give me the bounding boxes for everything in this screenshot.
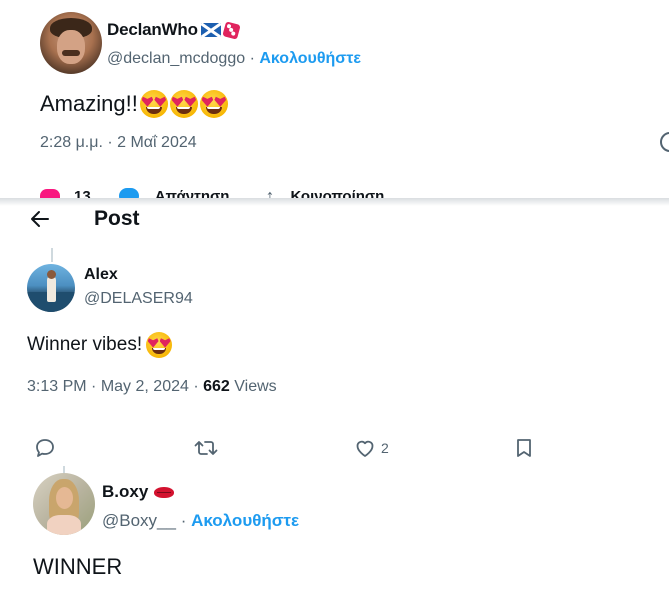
info-icon[interactable] [660, 132, 669, 152]
avatar-head [47, 270, 56, 279]
heart-eyes-emoji [199, 90, 228, 118]
separator: · [193, 378, 199, 395]
lips-emoji [154, 486, 175, 498]
reply-icon[interactable] [118, 188, 139, 198]
share-label[interactable]: Κοινοποίηση [290, 188, 384, 199]
avatar[interactable] [40, 12, 102, 74]
scotland-flag-icon [200, 23, 221, 37]
views-label[interactable]: Views [234, 378, 276, 395]
separator: · [180, 511, 187, 530]
reply-text: WINNER [33, 554, 123, 579]
heart-eyes-emoji [146, 332, 173, 358]
avatar-body [47, 515, 81, 535]
handle-row: @Boxy__ · Ακολουθήστε [102, 511, 299, 531]
top-tweet: DeclanWho @declan_mcdoggo · Ακολουθήστε … [0, 0, 669, 198]
back-arrow-icon[interactable] [28, 207, 52, 231]
tweet-text: Amazing!! [40, 90, 228, 118]
separator: · [249, 50, 255, 67]
display-name[interactable]: DeclanWho [107, 20, 198, 40]
display-name[interactable]: Alex [84, 266, 118, 284]
heart-eyes-emoji [169, 90, 198, 118]
tweet-text-content: Winner vibes! [27, 334, 143, 355]
handle-row: @declan_mcdoggo · Ακολουθήστε [107, 50, 361, 68]
follow-button[interactable]: Ακολουθήστε [191, 511, 299, 530]
bookmark-icon [517, 439, 531, 457]
heart-eyes-emoji [139, 90, 168, 118]
tweet-text: Winner vibes! [27, 332, 173, 358]
user-handle[interactable]: @DELASER94 [84, 290, 193, 308]
reply-label[interactable]: Απάντηση [155, 188, 230, 199]
avatar-person [47, 276, 56, 302]
like-count: 2 [381, 440, 389, 456]
avatar-face [57, 30, 85, 64]
user-handle[interactable]: @declan_mcdoggo [107, 50, 245, 67]
retweet-button[interactable] [193, 435, 219, 461]
tweet-actions: 13 Απάντηση ↑ Κοινοποίηση [40, 186, 384, 198]
die-icon [222, 20, 241, 40]
action-bar: 2 [27, 435, 547, 461]
page-title: Post [94, 207, 140, 230]
share-icon[interactable]: ↑ [265, 186, 274, 199]
like-count: 13 [74, 187, 91, 199]
tweet-meta: 3:13 PM · May 2, 2024 · 662 Views [27, 378, 277, 396]
tweet-text-content: Amazing!! [40, 91, 138, 116]
tweet-time[interactable]: 3:13 PM [27, 378, 87, 395]
display-name-row[interactable]: B.oxy [102, 482, 175, 502]
like-button[interactable]: 2 [353, 435, 389, 461]
tweet-date[interactable]: May 2, 2024 [101, 378, 189, 395]
like-icon [356, 440, 374, 457]
follow-button[interactable]: Ακολουθήστε [259, 50, 361, 67]
reply-button[interactable] [33, 435, 57, 461]
views-count[interactable]: 662 [203, 378, 230, 395]
like-icon[interactable] [40, 189, 60, 198]
reply-icon [36, 439, 54, 457]
post-header: Post [0, 200, 669, 242]
display-name[interactable]: B.oxy [102, 482, 148, 502]
avatar[interactable] [27, 264, 75, 312]
avatar[interactable] [33, 473, 95, 535]
retweet-icon [194, 441, 218, 455]
avatar-mustache [62, 50, 80, 56]
thread-connector [51, 248, 53, 262]
separator: · [91, 378, 97, 395]
display-name-row[interactable]: DeclanWho [107, 20, 241, 40]
bookmark-button[interactable] [513, 435, 535, 461]
user-handle[interactable]: @Boxy__ [102, 511, 176, 530]
avatar-face [56, 487, 73, 509]
tweet-timestamp[interactable]: 2:28 μ.μ. · 2 Μαΐ 2024 [40, 134, 197, 152]
